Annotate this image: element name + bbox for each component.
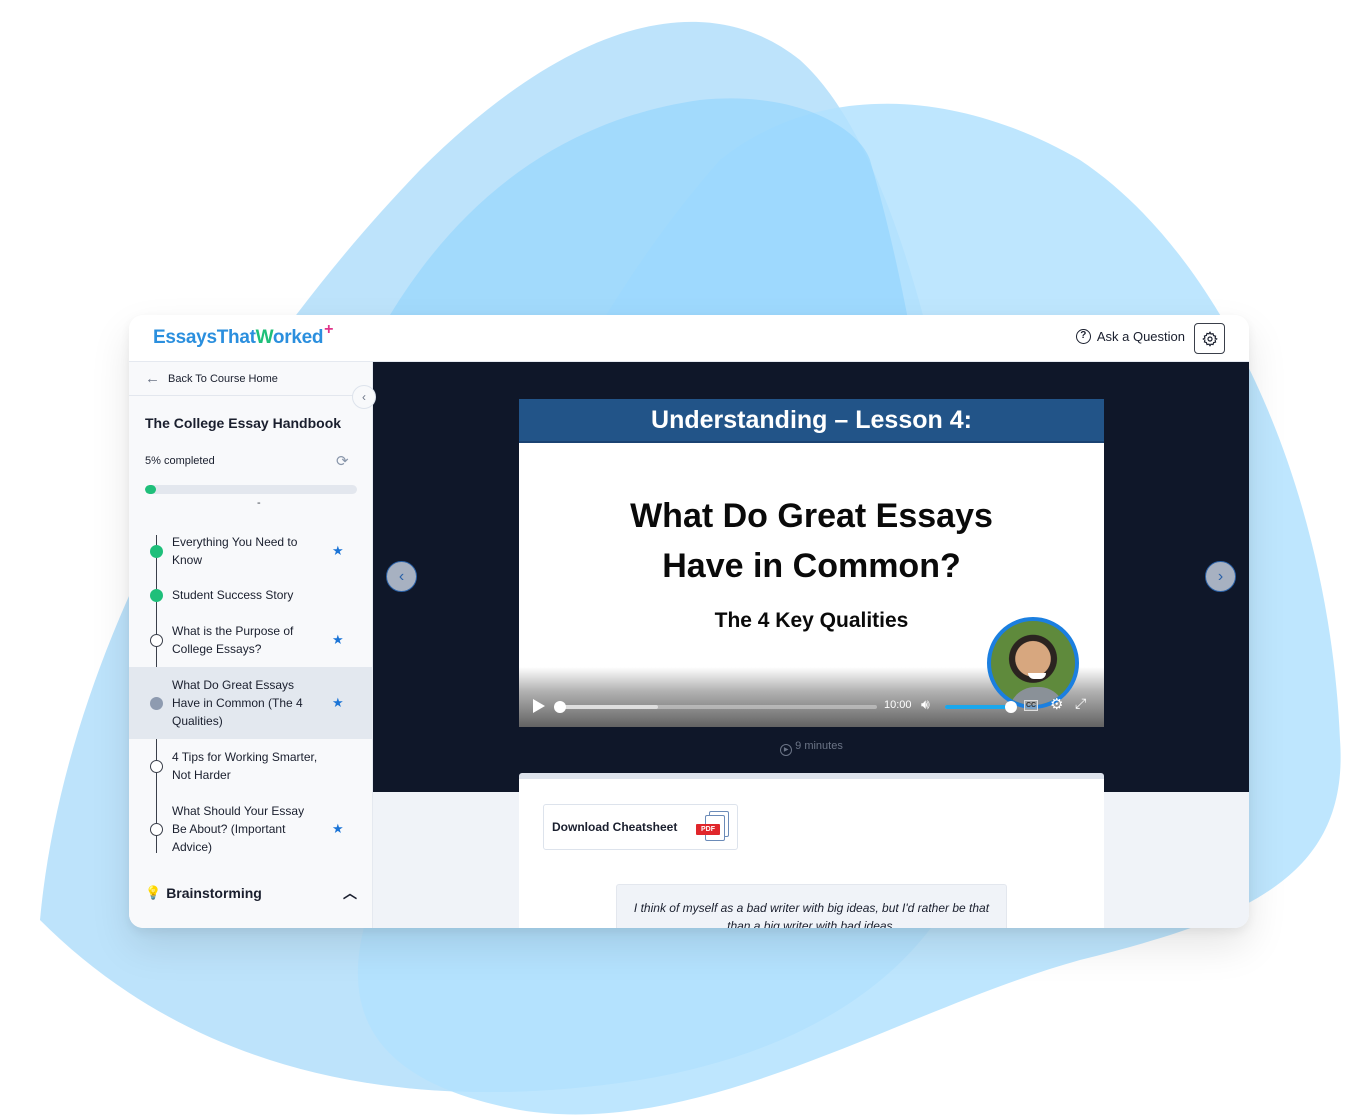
star-icon: ★ — [332, 632, 344, 647]
lesson-list: Everything You Need to Know ★ Student Su… — [129, 525, 372, 865]
back-label: Back To Course Home — [168, 372, 278, 385]
volume-handle[interactable] — [1005, 701, 1017, 713]
settings-button[interactable] — [1194, 323, 1225, 354]
lesson-title: What Do Great Essays Have in Common (The… — [172, 678, 303, 728]
chevron-left-icon: ‹ — [398, 567, 405, 585]
lesson-title: What is the Purpose of College Essays? — [172, 624, 294, 656]
logo-check: W — [255, 327, 274, 348]
video-duration: ▶ 9 minutes — [519, 740, 1104, 756]
lesson-item[interactable]: 4 Tips for Working Smarter, Not Harder — [129, 739, 372, 793]
seek-handle[interactable] — [554, 701, 566, 713]
chevron-up-icon[interactable]: ︿ — [343, 883, 357, 903]
course-title: The College Essay Handbook — [145, 415, 342, 431]
chevron-right-icon: › — [1217, 567, 1224, 585]
incomplete-dot-icon — [150, 634, 163, 647]
collapse-sidebar-button[interactable]: ‹ — [352, 385, 376, 409]
section-label: Brainstorming — [166, 885, 262, 901]
logo-text-a: EssaysThat — [153, 327, 256, 348]
video-controls: 10:00 🔊︎ CC ⚙ ⤢ — [519, 687, 1104, 727]
video-stage: ‹ › Understanding – Lesson 4: What Do Gr… — [373, 362, 1249, 792]
closed-captions-button[interactable]: CC — [1024, 700, 1038, 711]
logo-plus-icon: + — [324, 321, 334, 338]
duration-label: 9 minutes — [795, 740, 843, 752]
progress-fill — [145, 485, 156, 494]
lesson-content-card: Download Cheatsheet PDF I think of mysel… — [519, 773, 1104, 928]
logo[interactable]: EssaysThatWorked + — [153, 321, 333, 349]
quote-block: I think of myself as a bad writer with b… — [616, 884, 1007, 928]
refresh-icon[interactable]: ⟳ — [336, 452, 349, 470]
logo-text-b: orked — [272, 327, 324, 348]
lesson-item-current[interactable]: What Do Great Essays Have in Common (The… — [129, 667, 372, 739]
download-label: Download Cheatsheet — [552, 820, 678, 834]
lesson-item[interactable]: What Should Your Essay Be About? (Import… — [129, 793, 372, 865]
completed-dot-icon — [150, 545, 163, 558]
chevron-left-icon: ‹ — [362, 390, 366, 404]
arrow-left-icon: ← — [145, 370, 160, 387]
sidebar: ← Back To Course Home ‹ The College Essa… — [129, 362, 376, 928]
back-to-course-home-link[interactable]: ← Back To Course Home — [129, 362, 372, 396]
main-content: ‹ › Understanding – Lesson 4: What Do Gr… — [373, 362, 1249, 928]
play-circle-icon: ▶ — [780, 744, 793, 756]
app-window: EssaysThatWorked + ? Ask a Question ← Ba… — [129, 315, 1249, 928]
slide-header: Understanding – Lesson 4: — [519, 399, 1104, 443]
slide-title: What Do Great Essays Have in Common? — [519, 491, 1104, 591]
video-settings-gear-icon[interactable]: ⚙ — [1050, 695, 1063, 713]
volume-slider[interactable] — [945, 701, 1017, 713]
incomplete-dot-icon — [150, 760, 163, 773]
slide-title-line-2: Have in Common? — [662, 547, 961, 585]
star-icon: ★ — [332, 543, 344, 558]
volume-icon[interactable]: 🔊︎ — [921, 696, 930, 713]
pdf-tag: PDF — [696, 824, 720, 835]
video-player[interactable]: Understanding – Lesson 4: What Do Great … — [519, 399, 1104, 727]
progress-label: 5% completed — [145, 455, 215, 467]
volume-fill — [945, 705, 1011, 709]
gear-icon — [1201, 330, 1218, 347]
pdf-icon: PDF — [696, 811, 732, 845]
avatar-smile — [1028, 673, 1046, 679]
section-brainstorming[interactable]: 💡 Brainstorming ︿ — [145, 885, 357, 901]
seek-bar[interactable] — [554, 701, 877, 713]
next-lesson-button[interactable]: › — [1205, 561, 1236, 592]
lesson-title: 4 Tips for Working Smarter, Not Harder — [172, 750, 318, 782]
time-label: 10:00 — [884, 699, 912, 711]
divider-mark: - — [257, 497, 261, 509]
top-bar: EssaysThatWorked + ? Ask a Question — [129, 315, 1249, 362]
seek-buffered — [559, 705, 658, 709]
completed-dot-icon — [150, 589, 163, 602]
lesson-title: What Should Your Essay Be About? (Import… — [172, 804, 305, 854]
lesson-item[interactable]: Everything You Need to Know ★ — [129, 525, 372, 577]
current-dot-icon — [150, 697, 163, 710]
star-icon: ★ — [332, 821, 344, 836]
fullscreen-icon[interactable]: ⤢ — [1075, 695, 1086, 712]
ask-question-label: Ask a Question — [1096, 329, 1185, 344]
progress-bar — [145, 485, 357, 494]
lesson-item[interactable]: Student Success Story — [129, 577, 372, 613]
incomplete-dot-icon — [150, 823, 163, 836]
star-icon: ★ — [332, 695, 344, 710]
slide-title-line-1: What Do Great Essays — [630, 497, 993, 535]
lesson-item[interactable]: What is the Purpose of College Essays? ★ — [129, 613, 372, 667]
lesson-title: Everything You Need to Know — [172, 535, 298, 567]
lesson-title: Student Success Story — [172, 588, 294, 602]
question-circle-icon: ? — [1075, 329, 1091, 344]
play-icon[interactable] — [533, 699, 545, 713]
ask-question-button[interactable]: ? Ask a Question — [1075, 329, 1185, 344]
lightbulb-icon: 💡 — [145, 885, 162, 900]
download-cheatsheet-button[interactable]: Download Cheatsheet PDF — [543, 804, 738, 850]
previous-lesson-button[interactable]: ‹ — [386, 561, 417, 592]
